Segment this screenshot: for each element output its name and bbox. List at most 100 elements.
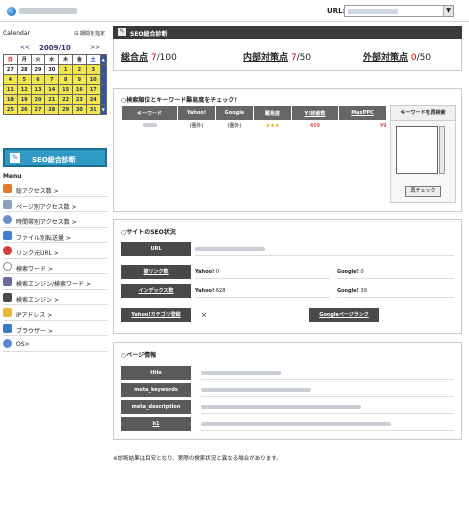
day-cell[interactable]: 27	[3, 64, 18, 75]
logo-icon[interactable]	[7, 7, 16, 16]
day-cell[interactable]: 19	[16, 94, 32, 105]
period-select-link[interactable]: ⊟ 期間を指定	[74, 30, 105, 37]
day-cell[interactable]: 1	[58, 64, 73, 75]
day-cell[interactable]: 9	[71, 74, 87, 85]
day-cell[interactable]: 27	[30, 104, 46, 115]
meta-description-value	[201, 400, 454, 414]
url-row: URL	[121, 242, 454, 256]
sidebar-item-label: ページ別アクセス数 >	[16, 203, 77, 211]
sidebar-item-page-access[interactable]: ページ別アクセス数 >	[3, 197, 107, 212]
day-cell[interactable]: 23	[71, 94, 87, 105]
sidebar-item-search-engine[interactable]: 検索エンジン >	[3, 290, 107, 305]
calendar-week: 11 12 13 14 15 16 17	[3, 84, 108, 95]
calendar-scroll[interactable]: ▼	[99, 104, 108, 115]
index-label[interactable]: インデックス数	[121, 284, 191, 298]
day-cell[interactable]: 21	[44, 94, 60, 105]
h1-label[interactable]: h1	[121, 417, 191, 431]
external-score-label[interactable]: 外部対策点	[363, 53, 408, 63]
calendar-next-link[interactable]: >>	[90, 44, 100, 51]
yahoo-category-label[interactable]: Yahoo!カテゴリ登録	[121, 308, 191, 322]
sidebar-item-ip-address[interactable]: IPアドレス >	[3, 305, 107, 321]
seo-diagnosis-button[interactable]: ✎ SEO総合診断	[3, 148, 107, 167]
day-cell[interactable]: 29	[58, 104, 73, 115]
calendar-label: Calendar	[3, 30, 30, 37]
backlinks-label[interactable]: 被リンク数	[121, 265, 191, 279]
day-cell[interactable]: 17	[85, 84, 101, 95]
total-score-label[interactable]: 総合点	[121, 53, 148, 63]
external-score: 外部対策点 0/50	[363, 50, 431, 63]
day-cell[interactable]: 26	[16, 104, 32, 115]
day-cell[interactable]: 12	[16, 84, 32, 95]
seo-title: SEO総合診断	[130, 31, 168, 38]
day-cell[interactable]: 4	[3, 74, 18, 85]
sidebar-item-search-word[interactable]: 検索ワード >	[3, 259, 107, 274]
score-row: 総合点 7/100 内部対策点 7/50 外部対策点 0/50	[113, 39, 462, 71]
yahoo-rank-cell: (圏外)	[189, 123, 204, 130]
meta-keywords-label: meta_keywords	[121, 383, 191, 397]
calendar-scroll[interactable]: ▲	[99, 54, 108, 65]
day-cell[interactable]: 29	[30, 64, 46, 75]
calendar-prev-link[interactable]: <<	[20, 44, 30, 51]
keyword-textarea[interactable]	[396, 126, 438, 174]
day-cell[interactable]: 7	[44, 74, 60, 85]
sidebar-item-engine-word[interactable]: 検索エンジン/検索ワード >	[3, 274, 107, 290]
weekday-cell: 水	[44, 54, 60, 65]
day-cell[interactable]: 10	[85, 74, 101, 85]
h1-value	[201, 417, 454, 431]
day-cell[interactable]: 11	[3, 84, 18, 95]
sidebar-item-referrer[interactable]: リンク元URL >	[3, 243, 107, 259]
day-cell[interactable]: 24	[85, 94, 101, 105]
calendar-scroll[interactable]	[99, 94, 108, 105]
day-cell[interactable]: 13	[30, 84, 46, 95]
day-cell[interactable]: 20	[30, 94, 46, 105]
day-cell[interactable]: 22	[58, 94, 73, 105]
day-cell[interactable]: 6	[30, 74, 46, 85]
col-y-searches[interactable]: Y!検索数	[291, 105, 339, 121]
recheck-button[interactable]: 再チェック	[405, 186, 441, 197]
day-cell[interactable]: 15	[58, 84, 73, 95]
col-keyword: キーワード	[121, 105, 178, 121]
day-cell[interactable]: 30	[44, 64, 60, 75]
day-cell[interactable]: 28	[44, 104, 60, 115]
day-cell[interactable]: 28	[16, 64, 32, 75]
external-score-max: /50	[416, 53, 432, 63]
calendar-nav: << 2009/10 >>	[20, 44, 100, 52]
search-icon	[3, 261, 12, 271]
description-row: meta_description	[121, 400, 454, 414]
day-cell[interactable]: 16	[71, 84, 87, 95]
sidebar-item-hourly-access[interactable]: 時間帯別アクセス数 >	[3, 212, 107, 228]
day-cell[interactable]: 8	[58, 74, 73, 85]
sidebar-item-label: リンク元URL >	[16, 250, 59, 257]
chevron-down-icon[interactable]: ▼	[443, 6, 453, 16]
day-cell[interactable]: 3	[85, 64, 101, 75]
internal-score: 内部対策点 7/50	[243, 50, 311, 63]
internal-score-label[interactable]: 内部対策点	[243, 53, 288, 63]
day-cell[interactable]: 18	[3, 94, 18, 105]
calendar-scroll[interactable]	[99, 84, 108, 95]
site-status-title: ○サイトのSEO状況	[121, 229, 176, 236]
day-cell[interactable]: 5	[16, 74, 32, 85]
sidebar-item-browser[interactable]: ブラウザー >	[3, 321, 107, 336]
keyword-cell[interactable]	[122, 121, 178, 131]
day-cell[interactable]: 14	[44, 84, 60, 95]
calendar-scroll[interactable]	[99, 74, 108, 85]
difficulty-stars: ★★★	[265, 122, 280, 129]
day-cell[interactable]: 25	[3, 104, 18, 115]
sidebar-item-file-transfer[interactable]: ファイル別転送量 >	[3, 228, 107, 243]
day-cell[interactable]: 30	[71, 104, 87, 115]
textarea-scrollbar[interactable]	[439, 126, 445, 174]
calendar-scroll[interactable]	[99, 64, 108, 75]
site-name[interactable]	[19, 8, 77, 14]
keyword-table: キーワード Yahoo! Google 難易度 Y!検索数 MaxPPC (圏外…	[121, 105, 387, 131]
backlinks-google: Google! 0	[337, 265, 454, 279]
sidebar-item-os[interactable]: OS>	[3, 336, 107, 352]
category-row: Yahoo!カテゴリ登録 × Googleページランク	[121, 308, 454, 322]
col-maxppc[interactable]: MaxPPC	[338, 105, 387, 121]
pagerank-label[interactable]: Googleページランク	[309, 308, 379, 322]
table-row: (圏外) (圏外) ★★★ 609 ¥9	[122, 121, 387, 131]
sidebar-item-total-access[interactable]: 総アクセス数 >	[3, 181, 107, 197]
url-select[interactable]: ▼	[344, 5, 454, 17]
day-cell[interactable]: 2	[71, 64, 87, 75]
day-cell[interactable]: 31	[85, 104, 101, 115]
index-row: インデックス数 Yahoo! 628 Google! 39	[121, 284, 454, 298]
